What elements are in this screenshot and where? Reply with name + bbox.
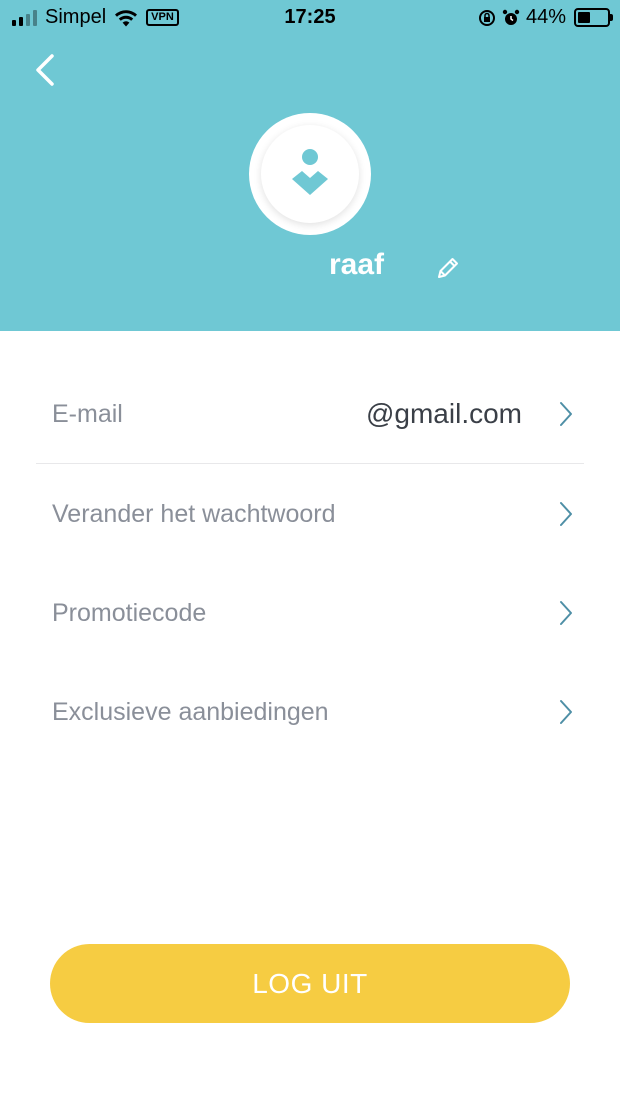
battery-level-fill <box>578 12 590 23</box>
change-password-label: Verander het wachtwoord <box>52 499 336 528</box>
logout-button[interactable]: LOG UIT <box>50 944 570 1023</box>
battery-icon <box>574 8 613 27</box>
user-avatar-icon <box>292 149 328 195</box>
status-bar: Simpel VPN 17:25 44% <box>0 0 620 34</box>
alarm-icon <box>502 9 520 25</box>
email-value: @gmail.com <box>365 398 522 429</box>
username: raaf <box>329 248 385 281</box>
battery-percentage: 44% <box>525 6 566 28</box>
back-chevron-left-icon[interactable] <box>28 50 64 90</box>
settings-row-email[interactable]: E-mail @gmail.com <box>36 364 584 464</box>
chevron-right-icon <box>560 601 572 625</box>
settings-row-change-password[interactable]: Verander het wachtwoord <box>36 464 584 564</box>
chevron-right-icon <box>560 502 572 526</box>
chevron-right-icon <box>560 700 572 724</box>
chevron-right-icon <box>560 402 572 426</box>
email-label: E-mail <box>52 399 123 428</box>
profile-header: Simpel VPN 17:25 44% raaf <box>0 0 620 331</box>
pencil-icon[interactable] <box>434 254 460 282</box>
settings-row-exclusive-offers[interactable]: Exclusieve aanbiedingen <box>36 662 584 762</box>
settings-row-promo-code[interactable]: Promotiecode <box>36 563 584 663</box>
exclusive-offers-label: Exclusieve aanbiedingen <box>52 697 329 726</box>
status-right: 44% <box>478 6 613 29</box>
orientation-lock-icon <box>478 9 495 26</box>
avatar-inner-circle <box>261 125 359 223</box>
promo-code-label: Promotiecode <box>52 598 207 627</box>
avatar[interactable] <box>249 113 371 235</box>
